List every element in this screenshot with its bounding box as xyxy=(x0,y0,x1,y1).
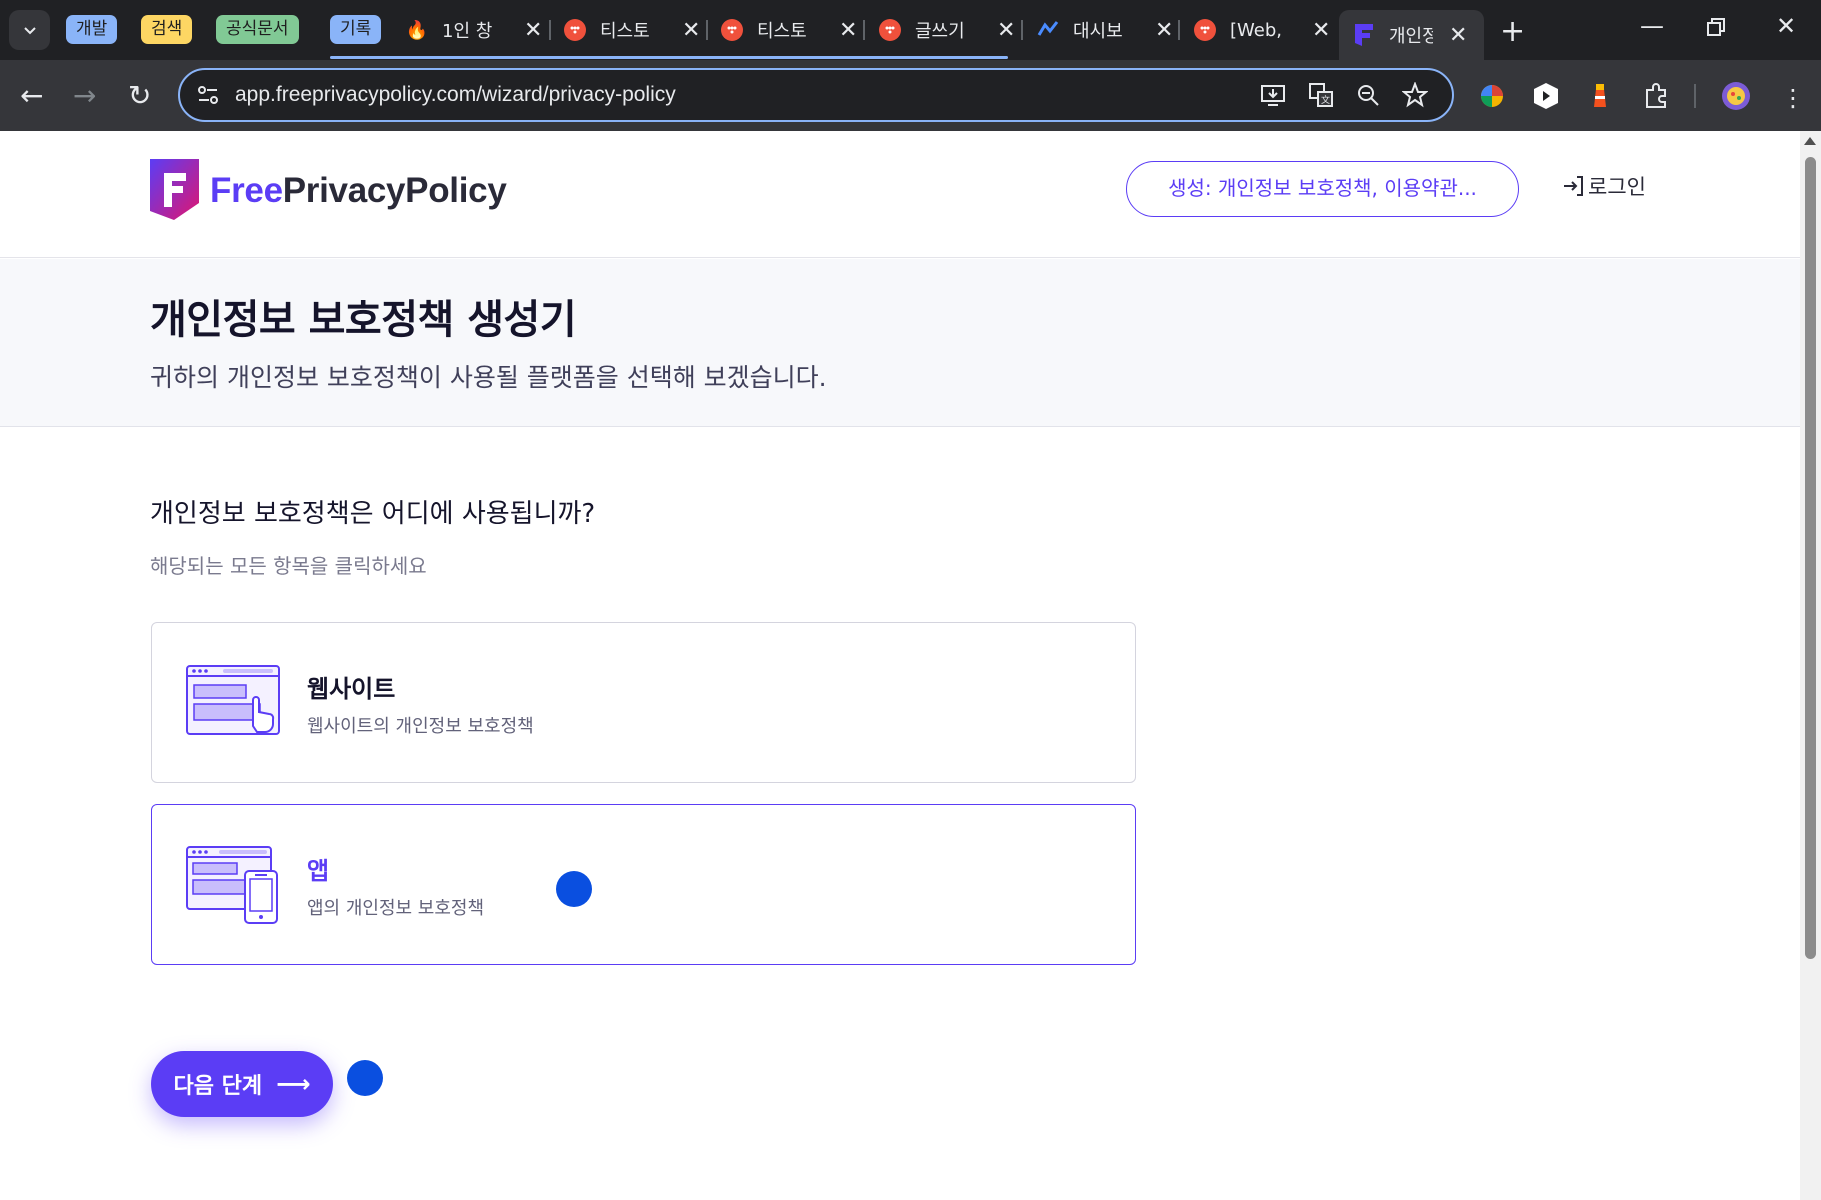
svg-text:文: 文 xyxy=(1321,94,1330,106)
browser-tab-active[interactable]: 개인정 ✕ xyxy=(1339,10,1484,60)
next-step-label: 다음 단계 xyxy=(173,1074,263,1099)
tab-group-log[interactable]: 기록 xyxy=(330,15,382,44)
website-illustration-icon xyxy=(186,665,280,735)
tab-group-search[interactable]: 검색 xyxy=(141,15,193,44)
platform-question: 개인정보 보호정책은 어디에 사용됩니까? xyxy=(150,499,596,529)
tab-separator xyxy=(863,20,865,40)
bookmark-star-icon[interactable] xyxy=(1402,82,1428,108)
web-page: FreePrivacyPolicy 생성: 개인정보 보호정책, 이용약관...… xyxy=(0,131,1800,1200)
tab-group-docs[interactable]: 공식문서 xyxy=(216,15,299,44)
tab-separator xyxy=(1178,20,1180,40)
site-header: FreePrivacyPolicy 생성: 개인정보 보호정책, 이용약관...… xyxy=(0,131,1800,258)
translate-icon[interactable]: 文 xyxy=(1308,82,1334,108)
scroll-up-icon[interactable] xyxy=(1804,137,1816,145)
next-step-button[interactable]: 다음 단계 ⟶ xyxy=(151,1051,333,1117)
hero-section: 개인정보 보호정책 생성기 귀하의 개인정보 보호정책이 사용될 플랫폼을 선택… xyxy=(0,259,1800,427)
browser-tab[interactable]: 대시보 ✕ xyxy=(1037,10,1173,50)
tab-title: 글쓰기 xyxy=(915,21,965,42)
logo-text-free: Free xyxy=(210,171,283,210)
site-settings-icon[interactable] xyxy=(196,83,220,107)
click-marker xyxy=(556,871,592,907)
app-illustration-icon xyxy=(186,846,278,924)
close-icon[interactable]: ✕ xyxy=(524,18,542,43)
tab-title: 개인정 xyxy=(1389,26,1433,47)
login-icon xyxy=(1564,176,1583,196)
tab-title: 1인 창 xyxy=(442,21,493,42)
color-picker-extension-icon[interactable] xyxy=(1477,81,1507,111)
click-marker xyxy=(347,1060,383,1096)
chevron-down-icon xyxy=(23,27,36,35)
page-scrollbar[interactable] xyxy=(1800,131,1821,1200)
browser-tab[interactable]: 티스토 ✕ xyxy=(721,10,857,50)
option-app[interactable]: 앱 앱의 개인정보 보호정책 xyxy=(151,804,1136,965)
zoom-icon[interactable] xyxy=(1355,82,1381,108)
close-icon[interactable]: ✕ xyxy=(1312,18,1330,43)
tistory-icon xyxy=(564,19,586,41)
close-icon[interactable]: ✕ xyxy=(839,18,857,43)
option-website-desc: 웹사이트의 개인정보 보호정책 xyxy=(307,716,534,737)
address-bar[interactable]: app.freeprivacypolicy.com/wizard/privacy… xyxy=(178,68,1454,122)
tab-title: [Web, xyxy=(1230,19,1282,41)
close-icon[interactable]: ✕ xyxy=(682,18,700,43)
platform-hint: 해당되는 모든 항목을 클릭하세요 xyxy=(150,554,427,578)
minimize-icon[interactable]: — xyxy=(1640,12,1664,40)
page-subtitle: 귀하의 개인정보 보호정책이 사용될 플랫폼을 선택해 보겠습니다. xyxy=(150,363,827,392)
logo-text-privacypolicy: PrivacyPolicy xyxy=(282,171,507,210)
extensions-puzzle-icon[interactable] xyxy=(1641,81,1671,111)
tab-search-button[interactable] xyxy=(9,10,50,50)
toolbar-separator xyxy=(1694,84,1696,108)
fire-icon: 🔥 xyxy=(405,19,429,41)
option-app-title: 앱 xyxy=(307,857,330,885)
browser-tab[interactable]: 글쓰기 ✕ xyxy=(879,10,1015,50)
tab-group-dev[interactable]: 개발 xyxy=(66,15,118,44)
url-text[interactable]: app.freeprivacypolicy.com/wizard/privacy… xyxy=(235,83,676,107)
menu-kebab-icon[interactable]: ⋮ xyxy=(1781,80,1805,116)
back-arrow-icon[interactable]: ← xyxy=(20,78,43,114)
browser-tab-strip: 개발 검색 공식문서 기록 🔥 1인 창 ✕ 티스토 ✕ 티스토 ✕ 글쓰기 ✕… xyxy=(0,0,1821,60)
close-icon[interactable]: ✕ xyxy=(997,18,1015,43)
tab-separator xyxy=(706,20,708,40)
scrollbar-thumb[interactable] xyxy=(1805,157,1816,959)
login-label: 로그인 xyxy=(1588,175,1646,199)
logo-wordmark[interactable]: FreePrivacyPolicy xyxy=(210,171,507,211)
lighthouse-extension-icon[interactable] xyxy=(1585,81,1615,111)
close-icon[interactable]: ✕ xyxy=(1449,23,1467,48)
browser-tab[interactable]: 티스토 ✕ xyxy=(564,10,700,50)
tab-separator xyxy=(549,20,551,40)
tistory-icon xyxy=(879,19,901,41)
browser-toolbar: ← → ↻ app.freeprivacypolicy.com/wizard/p… xyxy=(0,60,1821,131)
chart-icon xyxy=(1037,19,1059,41)
restore-icon[interactable] xyxy=(1707,14,1725,42)
tistory-icon xyxy=(721,19,743,41)
tab-title: 티스토 xyxy=(757,21,807,42)
window-close-icon[interactable]: ✕ xyxy=(1776,12,1796,40)
install-app-icon[interactable] xyxy=(1260,82,1286,108)
option-app-desc: 앱의 개인정보 보호정책 xyxy=(307,898,485,919)
browser-tab[interactable]: 🔥 1인 창 ✕ xyxy=(405,10,543,50)
profile-avatar[interactable] xyxy=(1721,81,1751,111)
new-tab-button[interactable]: + xyxy=(1500,14,1525,49)
browser-tab[interactable]: [Web, ✕ xyxy=(1194,10,1330,50)
close-icon[interactable]: ✕ xyxy=(1155,18,1173,43)
login-link[interactable]: 로그인 xyxy=(1562,171,1646,201)
dev-extension-icon[interactable] xyxy=(1531,81,1561,111)
generate-policies-button[interactable]: 생성: 개인정보 보호정책, 이용약관... xyxy=(1126,161,1519,217)
tistory-icon xyxy=(1194,19,1216,41)
tab-title: 티스토 xyxy=(600,21,650,42)
option-website[interactable]: 웹사이트 웹사이트의 개인정보 보호정책 xyxy=(151,622,1136,783)
tab-group-underline xyxy=(330,56,1008,59)
option-website-title: 웹사이트 xyxy=(307,675,396,703)
page-title: 개인정보 보호정책 생성기 xyxy=(150,297,577,343)
freeprivacypolicy-icon xyxy=(1353,24,1375,46)
arrow-right-icon: ⟶ xyxy=(276,1070,311,1098)
forward-arrow-icon[interactable]: → xyxy=(73,78,96,114)
tab-title: 대시보 xyxy=(1073,21,1123,42)
freeprivacypolicy-logo-icon[interactable] xyxy=(150,159,199,220)
tab-separator xyxy=(1021,20,1023,40)
reload-icon[interactable]: ↻ xyxy=(128,78,151,114)
